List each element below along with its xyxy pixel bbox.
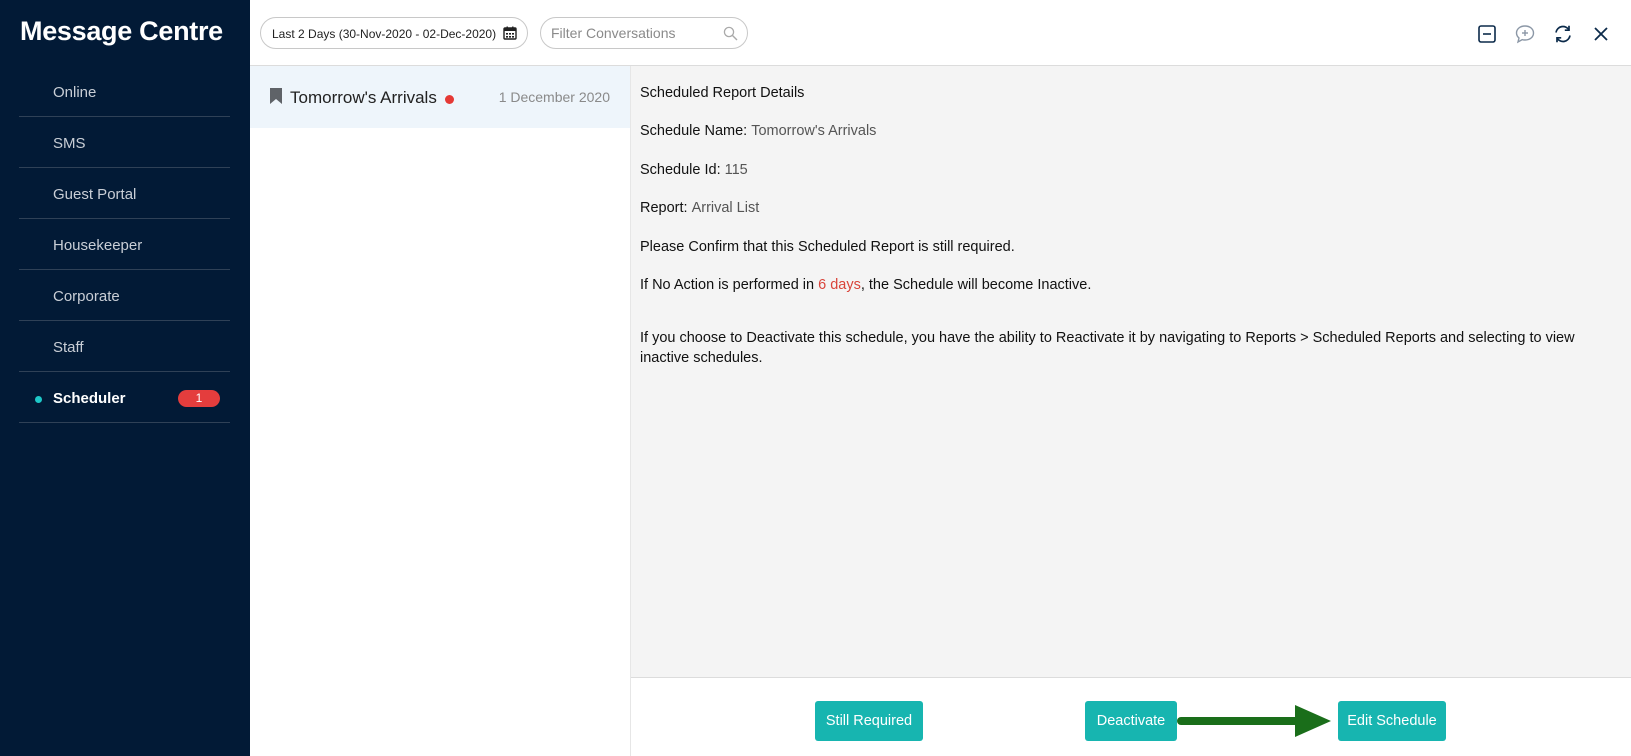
sidebar-item-housekeeper[interactable]: Housekeeper xyxy=(19,219,230,270)
report-value: Arrival List xyxy=(691,200,760,216)
unread-dot xyxy=(445,95,454,104)
filter-conversations-input[interactable] xyxy=(551,23,711,43)
sidebar-item-label: SMS xyxy=(53,135,86,152)
sidebar-item-sms[interactable]: SMS xyxy=(19,117,230,168)
sidebar-item-corporate[interactable]: Corporate xyxy=(19,270,230,321)
sidebar-item-guest-portal[interactable]: Guest Portal xyxy=(19,168,230,219)
schedule-name-label: Schedule Name: xyxy=(640,123,748,139)
schedule-id-label: Schedule Id: xyxy=(640,162,721,178)
toolbar: Last 2 Days (30-Nov-2020 - 02-Dec-2020) xyxy=(250,0,1631,66)
sidebar-item-staff[interactable]: Staff xyxy=(19,321,230,372)
schedule-id-value: 115 xyxy=(724,162,748,178)
search-icon[interactable] xyxy=(723,26,738,41)
sidebar-item-online[interactable]: Online xyxy=(19,66,230,117)
sidebar: Message Centre Online SMS Guest Portal H… xyxy=(0,0,250,756)
confirm-text: Please Confirm that this Scheduled Repor… xyxy=(640,239,1015,255)
still-required-button[interactable]: Still Required xyxy=(815,701,923,741)
active-indicator-dot xyxy=(35,396,42,403)
calendar-icon xyxy=(503,26,517,40)
schedule-id-row: Schedule Id: 115 xyxy=(640,162,748,178)
action-footer: Still Required Deactivate Edit Schedule xyxy=(631,677,1631,756)
collapse-icon[interactable] xyxy=(1476,23,1498,45)
unread-count-badge: 1 xyxy=(178,390,220,407)
app-title: Message Centre xyxy=(20,16,223,46)
message-detail: Scheduled Report Details Schedule Name: T… xyxy=(631,66,1631,677)
report-row: Report: Arrival List xyxy=(640,200,759,216)
sidebar-item-label: Housekeeper xyxy=(53,237,143,254)
no-action-warning: If No Action is performed in 6 days, the… xyxy=(640,277,1091,293)
sidebar-item-label: Scheduler xyxy=(53,390,126,407)
no-action-suffix: , the Schedule will become Inactive. xyxy=(860,277,1092,293)
annotation-arrow xyxy=(1177,705,1331,737)
sidebar-item-label: Guest Portal xyxy=(53,186,137,203)
date-range-picker[interactable]: Last 2 Days (30-Nov-2020 - 02-Dec-2020) xyxy=(260,17,528,49)
schedule-name-value: Tomorrow's Arrivals xyxy=(751,123,877,139)
conversation-title: Tomorrow's Arrivals xyxy=(290,88,437,107)
sidebar-item-scheduler[interactable]: Scheduler 1 xyxy=(19,372,230,423)
report-label: Report: xyxy=(640,200,688,216)
conversation-date: 1 December 2020 xyxy=(498,89,610,105)
sidebar-item-label: Staff xyxy=(53,339,84,356)
close-icon[interactable] xyxy=(1590,23,1612,45)
no-action-prefix: If No Action is performed in xyxy=(640,277,819,293)
detail-heading: Scheduled Report Details xyxy=(640,85,805,101)
schedule-name-row: Schedule Name: Tomorrow's Arrivals xyxy=(640,123,876,139)
days-remaining: 6 days xyxy=(818,277,861,293)
conversation-item[interactable]: Tomorrow's Arrivals 1 December 2020 xyxy=(250,66,630,128)
refresh-icon[interactable] xyxy=(1552,23,1574,45)
bookmark-icon xyxy=(270,88,282,104)
conversation-list: Tomorrow's Arrivals 1 December 2020 xyxy=(250,66,631,756)
filter-conversations xyxy=(540,17,748,49)
edit-schedule-button[interactable]: Edit Schedule xyxy=(1338,701,1446,741)
sidebar-item-label: Corporate xyxy=(53,288,120,305)
sidebar-nav: Online SMS Guest Portal Housekeeper Corp… xyxy=(19,66,230,423)
deactivate-button[interactable]: Deactivate xyxy=(1085,701,1177,741)
new-message-icon[interactable] xyxy=(1514,23,1536,45)
sidebar-item-label: Online xyxy=(53,84,97,101)
date-range-label: Last 2 Days (30-Nov-2020 - 02-Dec-2020) xyxy=(272,27,497,41)
deactivate-info: If you choose to Deactivate this schedul… xyxy=(640,330,1575,366)
